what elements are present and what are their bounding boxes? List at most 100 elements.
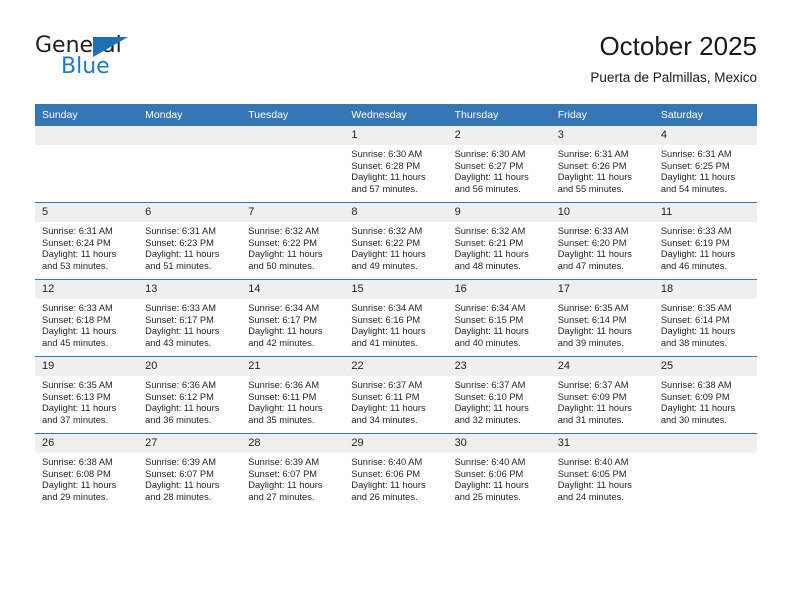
calendar-day-cell[interactable]: 12 Sunrise: 6:33 AM Sunset: 6:18 PM Dayligh… (35, 279, 139, 357)
day-sunset-text: Sunset: 6:11 PM (351, 391, 420, 402)
calendar-day-cell[interactable]: 3 Sunrise: 6:31 AM Sunset: 6:26 PM Daylight… (550, 126, 654, 203)
day-daylight1-text: Daylight: 11 hours (454, 249, 529, 260)
day-daylight1-text: Daylight: 11 hours (145, 326, 220, 337)
day-daylight2-text: and 57 minutes. (351, 183, 418, 194)
calendar-day-cell[interactable]: 6 Sunrise: 6:31 AM Sunset: 6:23 PM Daylight… (138, 202, 242, 280)
calendar-week-row: 1 Sunrise: 6:30 AM Sunset: 6:28 PM Daylight… (35, 126, 757, 203)
day-sunset-text: Sunset: 6:15 PM (454, 314, 524, 325)
day-number (653, 434, 757, 453)
day-daylight1-text: Daylight: 11 hours (454, 326, 529, 337)
weekday-header-saturday: Saturday (653, 104, 757, 126)
day-sunset-text: Sunset: 6:27 PM (454, 160, 524, 171)
day-sunset-text: Sunset: 6:17 PM (248, 314, 318, 325)
day-sun-info: Sunrise: 6:32 AM Sunset: 6:21 PM Daylight:… (448, 222, 551, 272)
calendar-day-cell[interactable]: 1 Sunrise: 6:30 AM Sunset: 6:28 PM Daylight… (344, 126, 448, 203)
day-number: 2 (447, 126, 551, 145)
day-sun-info: Sunrise: 6:37 AM Sunset: 6:09 PM Daylight:… (551, 376, 654, 426)
day-number: 5 (35, 203, 139, 222)
day-sunset-text: Sunset: 6:07 PM (145, 468, 214, 479)
calendar-day-cell[interactable]: 19 Sunrise: 6:35 AM Sunset: 6:13 PM Dayligh… (35, 356, 139, 434)
day-sunrise-text: Sunrise: 6:35 AM (42, 380, 113, 390)
calendar-day-cell[interactable]: 18 Sunrise: 6:35 AM Sunset: 6:14 PM Dayligh… (653, 279, 757, 357)
calendar-day-cell[interactable]: 7 Sunrise: 6:32 AM Sunset: 6:22 PM Daylight… (241, 202, 345, 280)
day-daylight2-text: and 49 minutes. (351, 260, 418, 271)
day-daylight1-text: Daylight: 11 hours (145, 249, 220, 260)
day-daylight1-text: Daylight: 11 hours (557, 172, 632, 183)
day-number: 4 (653, 126, 757, 145)
general-blue-logo[interactable]: General Blue (35, 34, 205, 90)
day-sun-info: Sunrise: 6:35 AM Sunset: 6:14 PM Daylight:… (551, 299, 654, 349)
day-sun-info: Sunrise: 6:33 AM Sunset: 6:20 PM Daylight:… (551, 222, 654, 272)
calendar-day-cell[interactable]: 14 Sunrise: 6:34 AM Sunset: 6:17 PM Dayligh… (241, 279, 345, 357)
calendar-day-cell[interactable]: 25 Sunrise: 6:38 AM Sunset: 6:09 PM Dayligh… (653, 356, 757, 434)
calendar-day-cell[interactable]: 21 Sunrise: 6:36 AM Sunset: 6:11 PM Dayligh… (241, 356, 345, 434)
calendar-day-cell[interactable]: 29 Sunrise: 6:40 AM Sunset: 6:06 PM Dayligh… (344, 433, 448, 510)
day-number: 3 (550, 126, 654, 145)
day-daylight2-text: and 43 minutes. (145, 337, 212, 348)
calendar-day-cell[interactable]: 11 Sunrise: 6:33 AM Sunset: 6:19 PM Dayligh… (653, 202, 757, 280)
calendar-day-cell[interactable]: 24 Sunrise: 6:37 AM Sunset: 6:09 PM Dayligh… (550, 356, 654, 434)
calendar-day-cell[interactable]: 26 Sunrise: 6:38 AM Sunset: 6:08 PM Dayligh… (35, 433, 139, 510)
day-daylight1-text: Daylight: 11 hours (557, 326, 632, 337)
calendar-day-cell[interactable]: 17 Sunrise: 6:35 AM Sunset: 6:14 PM Dayligh… (550, 279, 654, 357)
day-daylight1-text: Daylight: 11 hours (42, 403, 117, 414)
calendar-day-cell[interactable]: 22 Sunrise: 6:37 AM Sunset: 6:11 PM Dayligh… (344, 356, 448, 434)
day-sunset-text: Sunset: 6:21 PM (454, 237, 524, 248)
weekday-header-friday: Friday (550, 104, 654, 126)
day-sun-info: Sunrise: 6:35 AM Sunset: 6:13 PM Daylight:… (35, 376, 138, 426)
calendar-day-cell[interactable]: 15 Sunrise: 6:34 AM Sunset: 6:16 PM Dayligh… (344, 279, 448, 357)
day-sunrise-text: Sunrise: 6:34 AM (248, 303, 320, 313)
day-daylight2-text: and 27 minutes. (248, 491, 315, 502)
day-daylight1-text: Daylight: 11 hours (557, 249, 632, 260)
calendar-page: General Blue October 2025 Puerta de Palm… (0, 0, 792, 612)
day-daylight1-text: Daylight: 11 hours (454, 403, 529, 414)
calendar-day-cell[interactable]: 27 Sunrise: 6:39 AM Sunset: 6:07 PM Dayligh… (138, 433, 242, 510)
calendar-day-cell[interactable]: 31 Sunrise: 6:40 AM Sunset: 6:05 PM Dayligh… (550, 433, 654, 510)
day-daylight2-text: and 38 minutes. (660, 337, 727, 348)
calendar-day-cell[interactable]: 2 Sunrise: 6:30 AM Sunset: 6:27 PM Daylight… (447, 126, 551, 203)
day-daylight2-text: and 32 minutes. (454, 414, 521, 425)
calendar-day-cell[interactable]: 5 Sunrise: 6:31 AM Sunset: 6:24 PM Daylight… (35, 202, 139, 280)
day-sunrise-text: Sunrise: 6:37 AM (454, 380, 526, 390)
day-sunset-text: Sunset: 6:22 PM (248, 237, 318, 248)
day-daylight1-text: Daylight: 11 hours (351, 403, 426, 414)
day-sunset-text: Sunset: 6:14 PM (557, 314, 627, 325)
day-daylight1-text: Daylight: 11 hours (351, 249, 426, 260)
day-sun-info: Sunrise: 6:32 AM Sunset: 6:22 PM Daylight:… (241, 222, 344, 272)
calendar-day-cell[interactable]: 23 Sunrise: 6:37 AM Sunset: 6:10 PM Dayligh… (447, 356, 551, 434)
day-sun-info: Sunrise: 6:37 AM Sunset: 6:10 PM Daylight:… (448, 376, 551, 426)
calendar-week-row: 12 Sunrise: 6:33 AM Sunset: 6:18 PM Dayligh… (35, 279, 757, 357)
day-daylight1-text: Daylight: 11 hours (42, 480, 117, 491)
day-sun-info: Sunrise: 6:31 AM Sunset: 6:23 PM Daylight:… (138, 222, 241, 272)
day-sun-info: Sunrise: 6:34 AM Sunset: 6:17 PM Daylight:… (241, 299, 344, 349)
day-sunset-text: Sunset: 6:06 PM (454, 468, 524, 479)
day-number: 16 (447, 280, 551, 299)
day-number: 15 (344, 280, 448, 299)
calendar-day-cell[interactable]: 30 Sunrise: 6:40 AM Sunset: 6:06 PM Dayligh… (447, 433, 551, 510)
calendar-day-cell[interactable]: 20 Sunrise: 6:36 AM Sunset: 6:12 PM Dayligh… (138, 356, 242, 434)
calendar-day-cell[interactable]: 8 Sunrise: 6:32 AM Sunset: 6:22 PM Daylight… (344, 202, 448, 280)
day-sunrise-text: Sunrise: 6:30 AM (454, 149, 526, 159)
calendar-day-cell[interactable]: 10 Sunrise: 6:33 AM Sunset: 6:20 PM Dayligh… (550, 202, 654, 280)
day-sun-info: Sunrise: 6:36 AM Sunset: 6:12 PM Daylight:… (138, 376, 241, 426)
calendar-day-cell-empty (35, 126, 139, 203)
calendar-day-cell[interactable]: 28 Sunrise: 6:39 AM Sunset: 6:07 PM Dayligh… (241, 433, 345, 510)
calendar-day-cell[interactable]: 9 Sunrise: 6:32 AM Sunset: 6:21 PM Daylight… (447, 202, 551, 280)
calendar-day-cell[interactable]: 13 Sunrise: 6:33 AM Sunset: 6:17 PM Dayligh… (138, 279, 242, 357)
calendar-day-cell[interactable]: 16 Sunrise: 6:34 AM Sunset: 6:15 PM Dayligh… (447, 279, 551, 357)
day-daylight1-text: Daylight: 11 hours (248, 403, 323, 414)
day-sunset-text: Sunset: 6:09 PM (660, 391, 730, 402)
day-sunrise-text: Sunrise: 6:40 AM (351, 457, 423, 467)
day-number: 22 (344, 357, 448, 376)
day-number: 10 (550, 203, 654, 222)
page-title: October 2025 (599, 31, 757, 61)
day-sunrise-text: Sunrise: 6:31 AM (145, 226, 216, 236)
day-sunrise-text: Sunrise: 6:34 AM (351, 303, 423, 313)
day-number (241, 126, 345, 145)
day-sunrise-text: Sunrise: 6:39 AM (248, 457, 320, 467)
weekday-header-thursday: Thursday (447, 104, 551, 126)
weekday-header-wednesday: Wednesday (344, 104, 448, 126)
calendar-day-cell[interactable]: 4 Sunrise: 6:31 AM Sunset: 6:25 PM Daylight… (653, 126, 757, 203)
day-sun-info: Sunrise: 6:31 AM Sunset: 6:24 PM Daylight:… (35, 222, 138, 272)
day-sunset-text: Sunset: 6:14 PM (660, 314, 730, 325)
